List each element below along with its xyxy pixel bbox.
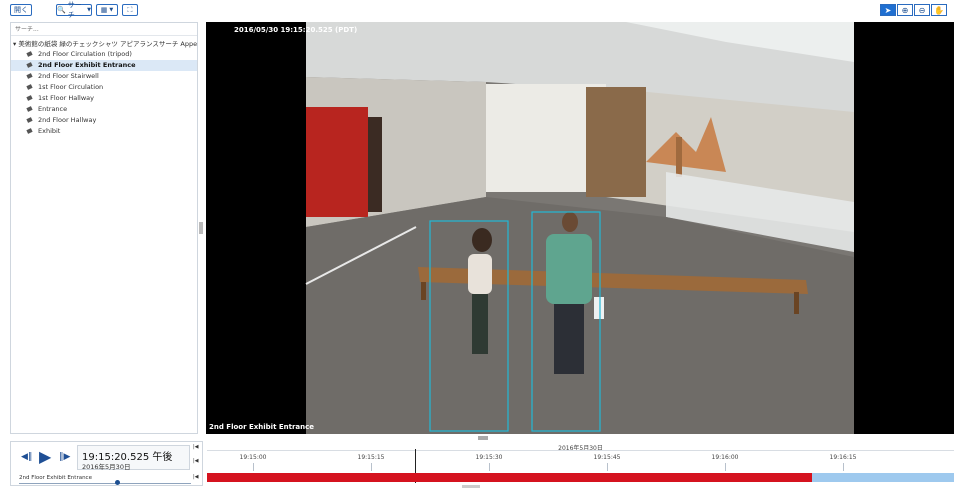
camera-icon <box>27 63 34 68</box>
expand-icon[interactable]: ▾ <box>13 40 16 48</box>
camera-list-item[interactable]: 2nd Floor Stairwell <box>11 71 197 82</box>
open-button-label: 開く <box>14 6 28 14</box>
timeline-tick <box>253 463 254 471</box>
timeline-tick-label: 19:15:00 <box>239 454 267 461</box>
video-splitter[interactable] <box>478 436 488 440</box>
chevron-down-icon: ▼ <box>109 7 114 13</box>
camera-list-item[interactable]: 2nd Floor Hallway <box>11 115 197 126</box>
fullscreen-icon: ⛶ <box>127 5 133 14</box>
pointer-icon: ➤ <box>884 5 892 15</box>
camera-list-item[interactable]: 1st Floor Circulation <box>11 82 197 93</box>
player-camera-name: 2nd Floor Exhibit Entrance <box>19 475 92 481</box>
search-button-label: サーチ <box>67 1 82 19</box>
zoom-in-icon: ⊕ <box>901 5 909 15</box>
camera-list-label: 1st Floor Hallway <box>38 94 95 102</box>
timeline-tick-label: 19:15:45 <box>593 454 621 461</box>
search-icon: 🔍 <box>57 6 66 14</box>
recording-bar[interactable] <box>207 473 812 482</box>
grid-layout-icon: ▦ <box>100 6 108 14</box>
timeline-tick-label: 19:15:30 <box>475 454 503 461</box>
camera-list-item[interactable]: 2nd Floor Exhibit Entrance <box>11 60 197 71</box>
fullscreen-button[interactable]: ⛶ <box>122 4 138 16</box>
camera-list-item[interactable]: 1st Floor Hallway <box>11 93 197 104</box>
zoom-out-button[interactable]: ⊖ <box>914 4 930 16</box>
camera-list-item[interactable]: Exhibit <box>11 126 197 137</box>
timeline-tick-label: 19:16:00 <box>711 454 739 461</box>
chevron-down-icon: ▼ <box>87 7 91 13</box>
video-camera-name: 2nd Floor Exhibit Entrance <box>209 423 315 431</box>
camera-list-label: 2nd Floor Exhibit Entrance <box>38 61 136 69</box>
timeline-tick-label: 19:15:15 <box>357 454 385 461</box>
camera-icon <box>27 74 34 79</box>
camera-list-label: Entrance <box>38 105 68 113</box>
layout-button[interactable]: ▦ ▼ <box>96 4 118 16</box>
camera-icon <box>27 96 34 101</box>
playback-panel: ◀‖ ▶ ‖▶ 19:15:20.525 午後 2016年5月30日 2nd F… <box>10 441 203 486</box>
camera-list-label: 1st Floor Circulation <box>38 83 104 91</box>
current-date: 2016年5月30日 <box>82 463 131 471</box>
camera-icon <box>27 107 34 112</box>
step-forward-button[interactable]: ‖▶ <box>59 452 70 462</box>
camera-search-input[interactable]: サーチ... <box>11 23 197 36</box>
timeline-tick <box>607 463 608 471</box>
tree-root-label: 美術館の紙袋 緑のチェックシャツ アピアランスサーチ Appea... <box>18 40 197 48</box>
jump-next-icon[interactable]: |◀ <box>193 474 199 480</box>
camera-list-item[interactable]: 2nd Floor Circulation (tripod) <box>11 49 197 60</box>
pan-hand-icon: ✋ <box>934 5 944 15</box>
video-view[interactable]: 2016/05/30 19:15:20.525 (PDT) 2nd Floor … <box>206 22 954 434</box>
open-button[interactable]: 開く <box>10 4 32 16</box>
step-back-button[interactable]: ◀‖ <box>21 452 32 462</box>
camera-icon <box>27 129 34 134</box>
timeline-ruler: 19:15:00 19:15:15 19:15:30 19:15:45 19:16:00… <box>207 450 954 475</box>
detection-box[interactable] <box>531 211 601 432</box>
tree-root[interactable]: ▾ 美術館の紙袋 緑のチェックシャツ アピアランスサーチ Appea... <box>11 36 197 49</box>
pan-button[interactable]: ✋ <box>931 4 947 16</box>
search-button[interactable]: 🔍 サーチ ▼ <box>56 1 92 19</box>
camera-icon <box>27 118 34 123</box>
jump-prev-icon[interactable]: |◀ <box>193 458 199 464</box>
timeline-tick <box>843 463 844 471</box>
camera-icon <box>27 85 34 90</box>
zoom-in-button[interactable]: ⊕ <box>897 4 913 16</box>
time-display[interactable]: 19:15:20.525 午後 2016年5月30日 <box>77 445 190 471</box>
camera-list-item[interactable]: Entrance <box>11 104 197 115</box>
detection-overlay <box>429 211 601 432</box>
jump-start-icon[interactable]: |◀ <box>193 444 199 450</box>
view-tools: ➤ ⊕ ⊖ ✋ <box>880 4 947 16</box>
timeline-tick-label: 19:16:15 <box>829 454 857 461</box>
camera-tree-panel: サーチ... ▾ 美術館の紙袋 緑のチェックシャツ アピアランスサーチ Appe… <box>10 22 198 434</box>
zoom-out-icon: ⊖ <box>918 5 926 15</box>
video-timestamp: 2016/05/30 19:15:20.525 (PDT) <box>234 26 358 34</box>
camera-icon <box>27 52 34 57</box>
pointer-tool-button[interactable]: ➤ <box>880 4 896 16</box>
detection-box[interactable] <box>429 220 509 432</box>
panel-splitter[interactable] <box>199 222 203 234</box>
timeline-tick <box>489 463 490 471</box>
play-button[interactable]: ▶ <box>39 447 51 466</box>
timeline-tick <box>725 463 726 471</box>
timeline-scrollbar[interactable] <box>462 485 480 488</box>
timeline[interactable]: 2016年5月30日 19:15:00 19:15:15 19:15:30 19:15… <box>207 441 954 486</box>
motion-bar[interactable] <box>812 473 954 482</box>
speed-slider-handle[interactable] <box>115 480 120 485</box>
camera-list-label: 2nd Floor Circulation (tripod) <box>38 50 132 58</box>
speed-slider[interactable] <box>19 483 191 484</box>
camera-list-label: Exhibit <box>38 127 61 135</box>
camera-list-label: 2nd Floor Hallway <box>38 116 97 124</box>
camera-list-label: 2nd Floor Stairwell <box>38 72 99 80</box>
search-placeholder: サーチ... <box>15 26 39 33</box>
timeline-tick <box>371 463 372 471</box>
